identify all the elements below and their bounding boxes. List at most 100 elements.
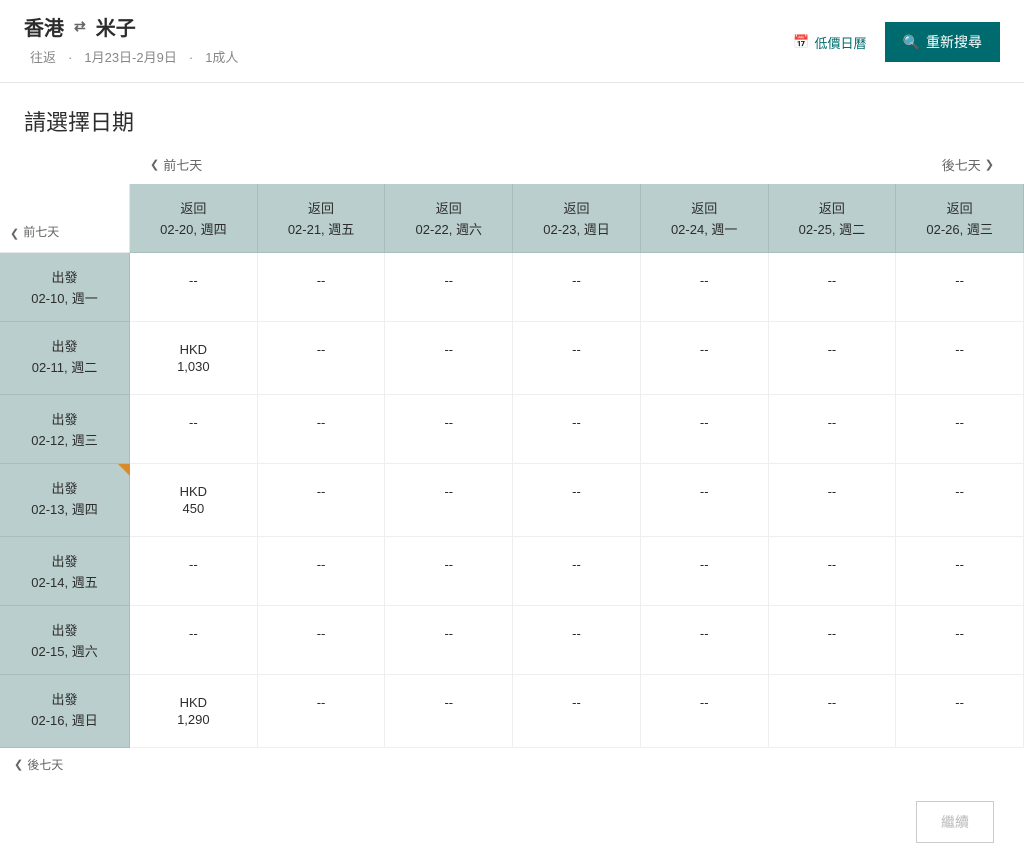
fare-cell-0-3[interactable]: -- [513,253,641,322]
fare-cell-1-6[interactable]: -- [896,322,1024,395]
fare-cell-6-0[interactable]: HKD1,290 [130,675,258,748]
footer: 繼續 [0,781,1024,863]
fare-cell-6-2[interactable]: -- [385,675,513,748]
price: 1,030 [134,359,253,374]
col-label: 返回 [773,198,892,217]
fare-cell-0-1[interactable]: -- [258,253,386,322]
return-col-0[interactable]: 返回02-20, 週四 [130,184,258,253]
fare-cell-2-4[interactable]: -- [641,395,769,464]
fare-cell-2-0[interactable]: -- [130,395,258,464]
col-date: 02-24, 週一 [645,219,764,238]
fare-cell-1-3[interactable]: -- [513,322,641,395]
fare-cell-6-3[interactable]: -- [513,675,641,748]
fare-cell-5-6[interactable]: -- [896,606,1024,675]
fare-cell-2-1[interactable]: -- [258,395,386,464]
row-date: 02-16, 週日 [4,710,125,729]
fare-cell-0-5[interactable]: -- [769,253,897,322]
fare-cell-3-4[interactable]: -- [641,464,769,537]
fare-cell-1-1[interactable]: -- [258,322,386,395]
fare-cell-1-5[interactable]: -- [769,322,897,395]
fare-cell-3-0[interactable]: HKD450 [130,464,258,537]
header-bar: 香港 ⇄ 米子 往返·1月23日-2月9日·1成人 📅 低價日曆 🔍 重新搜尋 [0,0,1024,83]
return-col-2[interactable]: 返回02-22, 週六 [385,184,513,253]
col-label: 返回 [134,198,253,217]
col-label: 返回 [517,198,636,217]
depart-row-6[interactable]: 出發 02-16, 週日 [0,675,130,748]
fare-cell-5-3[interactable]: -- [513,606,641,675]
calendar-label: 低價日曆 [815,33,867,52]
next-7-days-bottom[interactable]: ❮ 後七天 [0,748,1024,781]
depart-row-2[interactable]: 出發 02-12, 週三 [0,395,130,464]
row-label: 出發 [4,409,125,428]
return-col-5[interactable]: 返回02-25, 週二 [769,184,897,253]
fare-cell-5-0[interactable]: -- [130,606,258,675]
return-col-3[interactable]: 返回02-23, 週日 [513,184,641,253]
fare-cell-6-6[interactable]: -- [896,675,1024,748]
continue-button[interactable]: 繼續 [916,801,994,843]
next-7-days-top[interactable]: 後七天 ❯ [942,155,994,174]
fare-cell-0-4[interactable]: -- [641,253,769,322]
fare-cell-2-2[interactable]: -- [385,395,513,464]
fare-cell-2-3[interactable]: -- [513,395,641,464]
fare-cell-5-1[interactable]: -- [258,606,386,675]
fare-cell-4-6[interactable]: -- [896,537,1024,606]
depart-row-0[interactable]: 出發02-10, 週一 [0,253,130,322]
fare-cell-4-2[interactable]: -- [385,537,513,606]
fare-cell-3-5[interactable]: -- [769,464,897,537]
row-date: 02-15, 週六 [4,641,125,660]
fare-cell-6-4[interactable]: -- [641,675,769,748]
row-label: 出發 [4,551,125,570]
destination: 米子 [96,12,136,41]
fare-cell-1-0[interactable]: HKD1,030 [130,322,258,395]
return-col-6[interactable]: 返回 02-26, 週三 [896,184,1024,253]
search-icon: 🔍 [903,34,920,51]
fare-cell-1-4[interactable]: -- [641,322,769,395]
page-title: 請選擇日期 [0,83,1024,145]
row-date: 02-11, 週二 [4,357,125,376]
prev-7-days-top[interactable]: ❮ 前七天 [150,155,202,174]
fare-cell-6-5[interactable]: -- [769,675,897,748]
fare-cell-3-1[interactable]: -- [258,464,386,537]
depart-row-5[interactable]: 出發02-15, 週六 [0,606,130,675]
col-label: 返回 [900,198,1019,217]
calendar-icon: 📅 [793,34,809,50]
depart-row-3[interactable]: 出發02-13, 週四 [0,464,130,537]
fare-cell-2-5[interactable]: -- [769,395,897,464]
fare-cell-0-2[interactable]: -- [385,253,513,322]
row-date: 02-10, 週一 [4,288,125,307]
fare-cell-4-5[interactable]: -- [769,537,897,606]
fare-cell-4-1[interactable]: -- [258,537,386,606]
depart-row-1[interactable]: 出發02-11, 週二 [0,322,130,395]
prev-7-days-left[interactable]: ❮前七天 [0,184,130,253]
return-col-4[interactable]: 返回02-24, 週一 [641,184,769,253]
col-label: 返回 [262,198,381,217]
date-nav-top: ❮ 前七天 後七天 ❯ [0,145,1024,184]
fare-cell-3-3[interactable]: -- [513,464,641,537]
fare-cell-2-6[interactable]: -- [896,395,1024,464]
fare-cell-4-3[interactable]: -- [513,537,641,606]
fare-cell-4-0[interactable]: -- [130,537,258,606]
fare-cell-3-2[interactable]: -- [385,464,513,537]
low-price-calendar-link[interactable]: 📅 低價日曆 [793,33,866,52]
fare-cell-0-0[interactable]: -- [130,253,258,322]
row-date: 02-12, 週三 [4,430,125,449]
row-label: 出發 [4,689,125,708]
fare-cell-1-2[interactable]: -- [385,322,513,395]
origin: 香港 [24,12,64,41]
fare-cell-5-2[interactable]: -- [385,606,513,675]
search-again-button[interactable]: 🔍 重新搜尋 [885,22,1000,62]
fare-cell-0-6[interactable]: -- [896,253,1024,322]
trip-subinfo: 往返·1月23日-2月9日·1成人 [24,47,244,66]
col-date: 02-26, 週三 [900,219,1019,238]
fare-cell-4-4[interactable]: -- [641,537,769,606]
fare-cell-5-4[interactable]: -- [641,606,769,675]
chevron-left-icon: ❮ [150,158,159,171]
col-date: 02-21, 週五 [262,219,381,238]
return-col-1[interactable]: 返回 02-21, 週五 [258,184,386,253]
date-range: 1月23日-2月9日 [84,50,176,65]
fare-cell-3-6[interactable]: -- [896,464,1024,537]
route-info: 香港 ⇄ 米子 往返·1月23日-2月9日·1成人 [24,12,244,66]
fare-cell-6-1[interactable]: -- [258,675,386,748]
depart-row-4[interactable]: 出發02-14, 週五 [0,537,130,606]
fare-cell-5-5[interactable]: -- [769,606,897,675]
